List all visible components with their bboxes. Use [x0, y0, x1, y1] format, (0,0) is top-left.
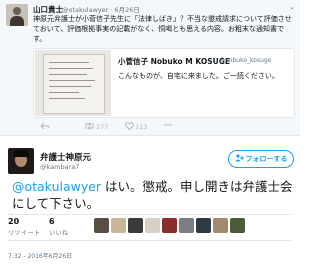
- liker-avatar[interactable]: [162, 218, 177, 233]
- tweet-text: 神原元弁護士が小菅信子先生に「法律しばき」？不当な懲戒請求について評価させておい…: [33, 15, 292, 43]
- divider: [8, 214, 292, 215]
- heart-icon[interactable]: [125, 122, 134, 132]
- author-handle[interactable]: @kambara7: [40, 163, 79, 171]
- retweet-label[interactable]: リツイート: [8, 228, 41, 237]
- divider: [0, 135, 300, 136]
- tweet-text: @otakulawyer はい。懲戒。申し開きは弁護士会にして下さい。: [12, 178, 294, 212]
- timestamp[interactable]: 7:32 - 2016年6月26日: [8, 251, 72, 260]
- author-name[interactable]: 弁護士神原元: [40, 151, 91, 163]
- liker-avatar[interactable]: [128, 218, 143, 233]
- liker-avatar[interactable]: [111, 218, 126, 233]
- avatar[interactable]: [6, 4, 28, 26]
- retweet-icon[interactable]: [84, 122, 95, 132]
- quote-card[interactable]: 小菅信子 Nobuko M KOSUGE @nobuko_kosuge こんなも…: [33, 48, 295, 118]
- liker-avatar[interactable]: [213, 218, 228, 233]
- follow-button[interactable]: フォローする: [228, 150, 294, 168]
- liker-avatar[interactable]: [94, 218, 109, 233]
- liker-avatar[interactable]: [196, 218, 211, 233]
- retweet-count[interactable]: 20: [8, 217, 19, 226]
- liker-avatar[interactable]: [179, 218, 194, 233]
- quote-text: こんなものが、自宅に来ました。ご一読ください。: [118, 72, 279, 80]
- liker-avatar[interactable]: [145, 218, 160, 233]
- quote-author-handle: @nobuko_kosuge: [219, 57, 272, 64]
- author-handle[interactable]: @otakulawyer · 6月26日: [62, 4, 140, 14]
- divider: [8, 240, 292, 241]
- like-label[interactable]: いいね: [49, 228, 69, 237]
- quote-author-name: 小菅信子 Nobuko M KOSUGE: [118, 57, 230, 66]
- chevron-down-icon[interactable]: ⌄: [289, 3, 295, 11]
- retweet-count: 277: [96, 123, 109, 131]
- avatar[interactable]: [8, 148, 34, 174]
- person-plus-icon: [234, 154, 244, 164]
- like-count[interactable]: 6: [49, 217, 55, 226]
- document-image[interactable]: [35, 50, 111, 116]
- mention-link[interactable]: @otakulawyer: [12, 179, 101, 194]
- reply-icon[interactable]: [40, 122, 50, 132]
- more-icon[interactable]: [163, 121, 173, 131]
- follow-label: フォローする: [245, 155, 288, 163]
- like-count: 113: [135, 123, 148, 131]
- liker-avatar[interactable]: [230, 218, 245, 233]
